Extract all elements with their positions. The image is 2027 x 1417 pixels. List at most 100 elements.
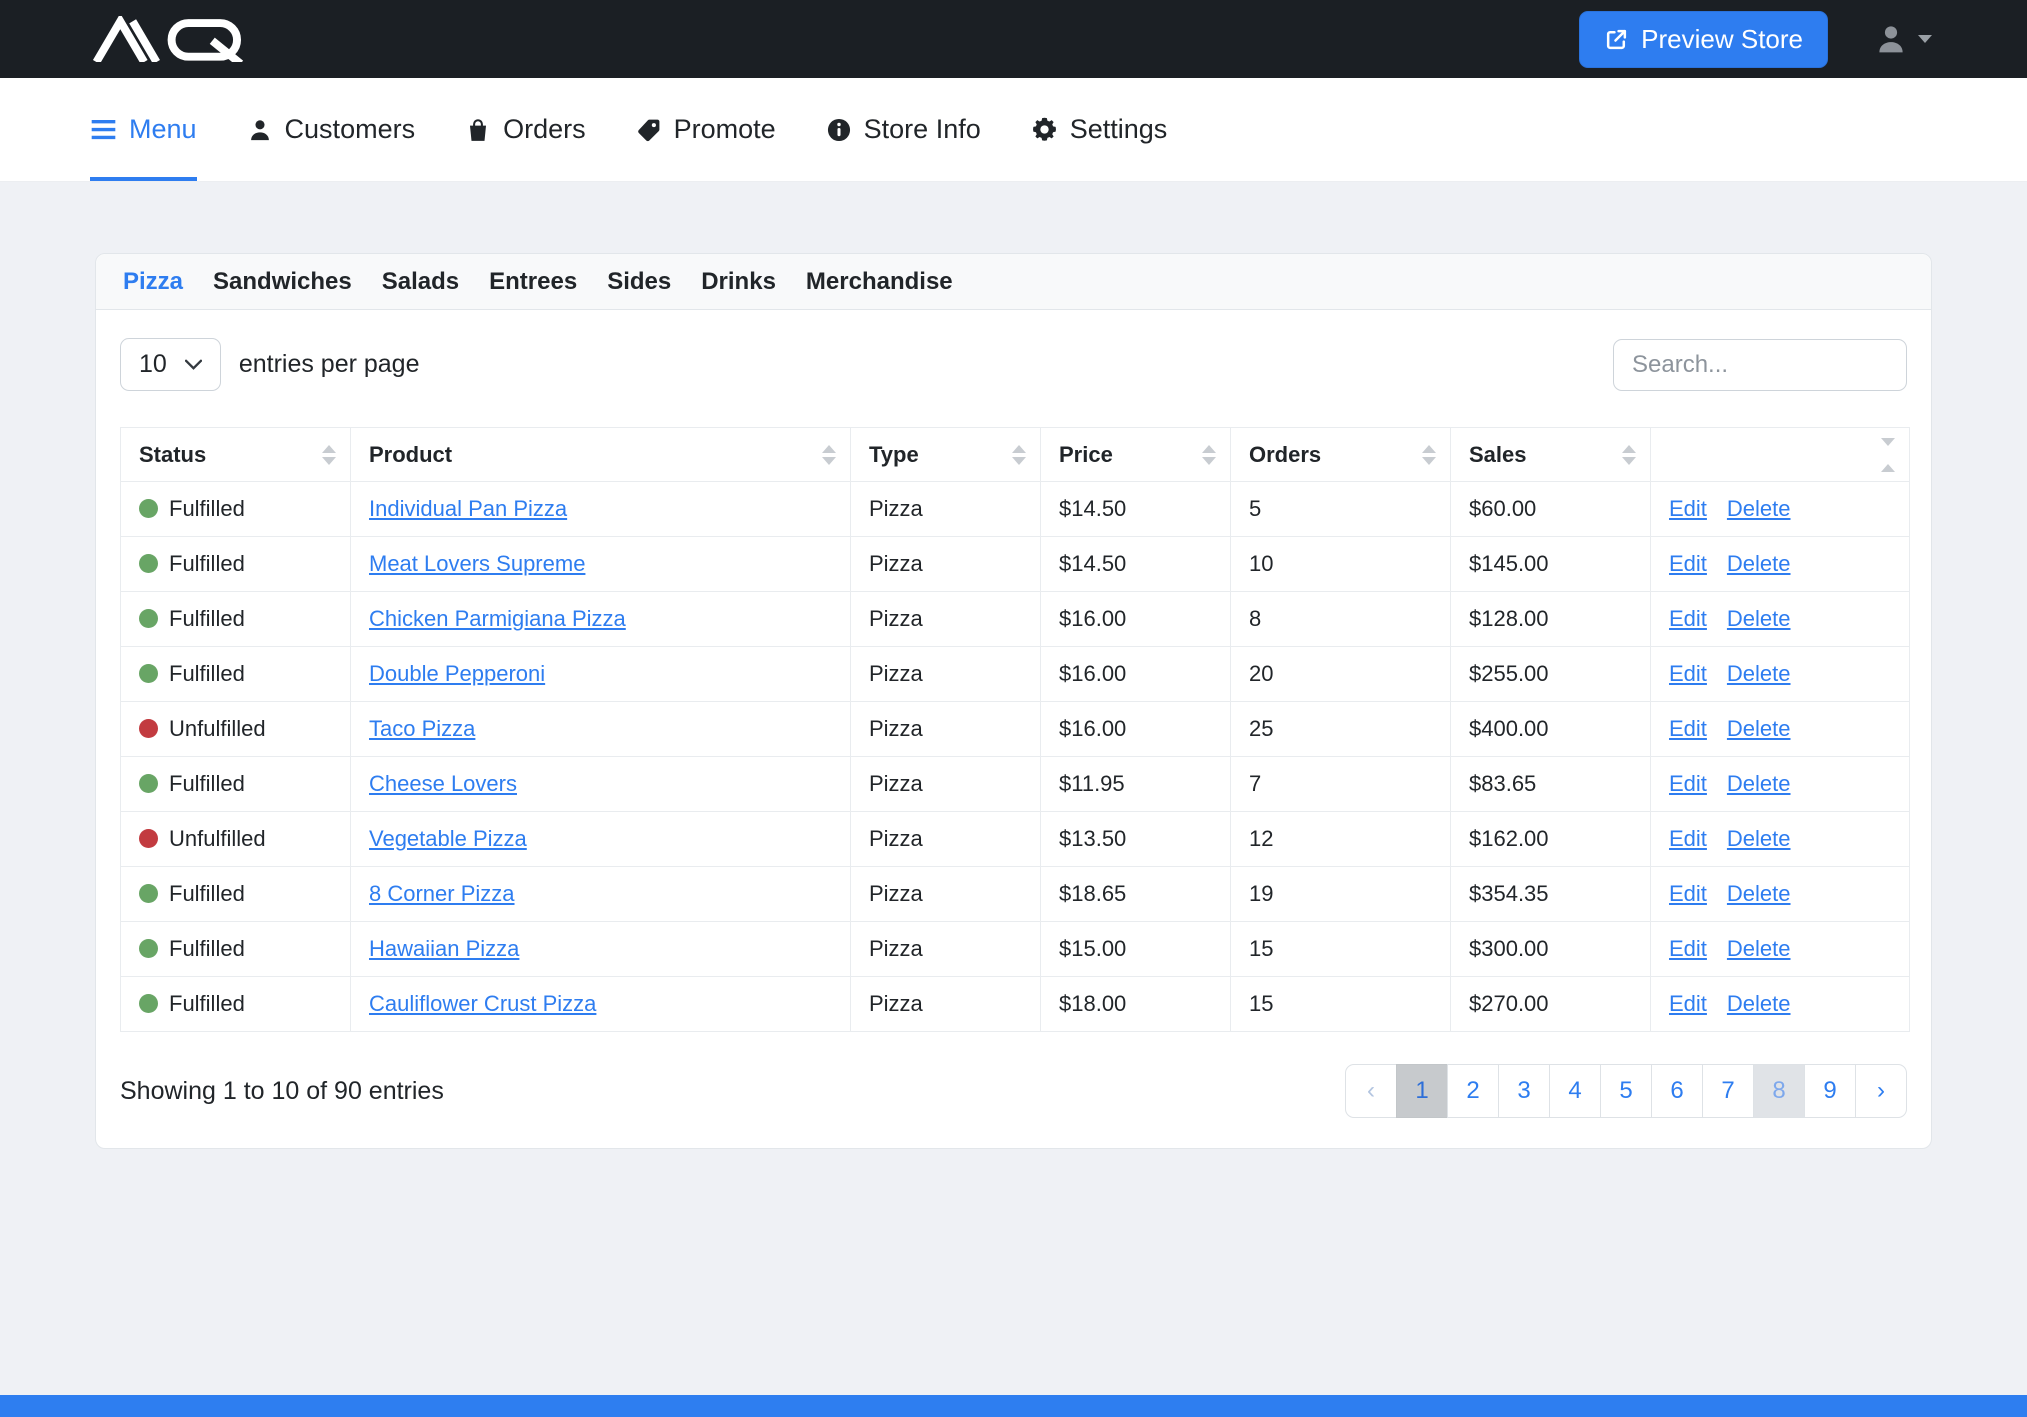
pagination: ‹123456789› bbox=[1345, 1064, 1907, 1118]
nav-item-label: Settings bbox=[1070, 114, 1168, 145]
sort-icon[interactable] bbox=[1881, 438, 1895, 472]
edit-link[interactable]: Edit bbox=[1669, 881, 1707, 906]
sort-icon[interactable] bbox=[1202, 445, 1216, 465]
edit-link[interactable]: Edit bbox=[1669, 496, 1707, 521]
sort-icon[interactable] bbox=[322, 445, 336, 465]
delete-link[interactable]: Delete bbox=[1727, 716, 1791, 741]
products-table: StatusProductTypePriceOrdersSales Fulfil… bbox=[120, 427, 1910, 1032]
product-link[interactable]: Vegetable Pizza bbox=[369, 826, 527, 851]
nav-item-label: Promote bbox=[674, 114, 776, 145]
pagination-page-3[interactable]: 3 bbox=[1498, 1064, 1550, 1118]
price-cell: $14.50 bbox=[1041, 537, 1231, 592]
delete-link[interactable]: Delete bbox=[1727, 991, 1791, 1016]
orders-cell: 25 bbox=[1231, 702, 1451, 757]
delete-link[interactable]: Delete bbox=[1727, 551, 1791, 576]
orders-cell: 15 bbox=[1231, 922, 1451, 977]
pagination-page-6[interactable]: 6 bbox=[1651, 1064, 1703, 1118]
product-link[interactable]: 8 Corner Pizza bbox=[369, 881, 515, 906]
tab-sandwiches[interactable]: Sandwiches bbox=[213, 268, 352, 296]
product-link[interactable]: Hawaiian Pizza bbox=[369, 936, 519, 961]
column-header-price[interactable]: Price bbox=[1041, 428, 1231, 482]
product-cell: Hawaiian Pizza bbox=[351, 922, 851, 977]
nav-item-orders[interactable]: Orders bbox=[465, 78, 586, 181]
product-link[interactable]: Cauliflower Crust Pizza bbox=[369, 991, 596, 1016]
product-link[interactable]: Taco Pizza bbox=[369, 716, 475, 741]
column-header-orders[interactable]: Orders bbox=[1231, 428, 1451, 482]
column-header-actions[interactable] bbox=[1651, 428, 1910, 482]
product-link[interactable]: Double Pepperoni bbox=[369, 661, 545, 686]
pagination-next[interactable]: › bbox=[1855, 1064, 1907, 1118]
product-link[interactable]: Cheese Lovers bbox=[369, 771, 517, 796]
edit-link[interactable]: Edit bbox=[1669, 716, 1707, 741]
tab-pizza[interactable]: Pizza bbox=[123, 268, 183, 296]
logo[interactable] bbox=[90, 16, 262, 62]
topbar-right: Preview Store bbox=[1579, 11, 1932, 68]
pagination-page-9[interactable]: 9 bbox=[1804, 1064, 1856, 1118]
pagination-page-2[interactable]: 2 bbox=[1447, 1064, 1499, 1118]
edit-link[interactable]: Edit bbox=[1669, 661, 1707, 686]
price-cell: $18.00 bbox=[1041, 977, 1231, 1032]
status-label: Fulfilled bbox=[169, 496, 245, 521]
preview-store-button[interactable]: Preview Store bbox=[1579, 11, 1828, 68]
delete-link[interactable]: Delete bbox=[1727, 606, 1791, 631]
edit-link[interactable]: Edit bbox=[1669, 826, 1707, 851]
edit-link[interactable]: Edit bbox=[1669, 606, 1707, 631]
product-cell: Vegetable Pizza bbox=[351, 812, 851, 867]
entries-summary: Showing 1 to 10 of 90 entries bbox=[120, 1077, 444, 1106]
column-header-type[interactable]: Type bbox=[851, 428, 1041, 482]
tab-salads[interactable]: Salads bbox=[382, 268, 459, 296]
status-label: Fulfilled bbox=[169, 991, 245, 1016]
edit-link[interactable]: Edit bbox=[1669, 991, 1707, 1016]
tab-entrees[interactable]: Entrees bbox=[489, 268, 577, 296]
sales-cell: $83.65 bbox=[1451, 757, 1651, 812]
product-link[interactable]: Meat Lovers Supreme bbox=[369, 551, 585, 576]
pagination-prev[interactable]: ‹ bbox=[1345, 1064, 1397, 1118]
tab-drinks[interactable]: Drinks bbox=[701, 268, 776, 296]
delete-link[interactable]: Delete bbox=[1727, 661, 1791, 686]
delete-link[interactable]: Delete bbox=[1727, 936, 1791, 961]
status-dot-fulfilled bbox=[139, 609, 158, 628]
sort-icon[interactable] bbox=[1012, 445, 1026, 465]
product-link[interactable]: Chicken Parmigiana Pizza bbox=[369, 606, 626, 631]
entries-per-page-select[interactable]: 10 bbox=[120, 338, 221, 391]
nav-item-menu[interactable]: Menu bbox=[90, 78, 197, 181]
status-cell: Fulfilled bbox=[121, 867, 351, 922]
pagination-page-8[interactable]: 8 bbox=[1753, 1064, 1805, 1118]
delete-link[interactable]: Delete bbox=[1727, 881, 1791, 906]
column-header-sales[interactable]: Sales bbox=[1451, 428, 1651, 482]
hamburger-icon bbox=[90, 116, 117, 143]
type-cell: Pizza bbox=[851, 537, 1041, 592]
nav-item-settings[interactable]: Settings bbox=[1031, 78, 1168, 181]
type-cell: Pizza bbox=[851, 702, 1041, 757]
edit-link[interactable]: Edit bbox=[1669, 551, 1707, 576]
pagination-page-1[interactable]: 1 bbox=[1396, 1064, 1448, 1118]
pagination-page-7[interactable]: 7 bbox=[1702, 1064, 1754, 1118]
sort-icon[interactable] bbox=[822, 445, 836, 465]
column-header-status[interactable]: Status bbox=[121, 428, 351, 482]
delete-link[interactable]: Delete bbox=[1727, 771, 1791, 796]
edit-link[interactable]: Edit bbox=[1669, 936, 1707, 961]
actions-cell: Edit Delete bbox=[1651, 647, 1910, 702]
status-dot-fulfilled bbox=[139, 664, 158, 683]
search-input[interactable] bbox=[1613, 339, 1907, 391]
delete-link[interactable]: Delete bbox=[1727, 496, 1791, 521]
shopping-bag-icon bbox=[465, 117, 491, 143]
sort-icon[interactable] bbox=[1622, 445, 1636, 465]
tab-sides[interactable]: Sides bbox=[607, 268, 671, 296]
table-row: FulfilledCheese LoversPizza$11.957$83.65… bbox=[121, 757, 1910, 812]
nav-item-store-info[interactable]: Store Info bbox=[826, 78, 981, 181]
pagination-page-4[interactable]: 4 bbox=[1549, 1064, 1601, 1118]
nav-item-promote[interactable]: Promote bbox=[636, 78, 776, 181]
preview-store-label: Preview Store bbox=[1641, 24, 1803, 55]
nav-item-customers[interactable]: Customers bbox=[247, 78, 416, 181]
user-menu[interactable] bbox=[1874, 22, 1932, 56]
sort-icon[interactable] bbox=[1422, 445, 1436, 465]
edit-link[interactable]: Edit bbox=[1669, 771, 1707, 796]
status-cell: Unfulfilled bbox=[121, 812, 351, 867]
tab-merchandise[interactable]: Merchandise bbox=[806, 268, 953, 296]
delete-link[interactable]: Delete bbox=[1727, 826, 1791, 851]
column-header-product[interactable]: Product bbox=[351, 428, 851, 482]
status-dot-fulfilled bbox=[139, 994, 158, 1013]
product-link[interactable]: Individual Pan Pizza bbox=[369, 496, 567, 521]
pagination-page-5[interactable]: 5 bbox=[1600, 1064, 1652, 1118]
